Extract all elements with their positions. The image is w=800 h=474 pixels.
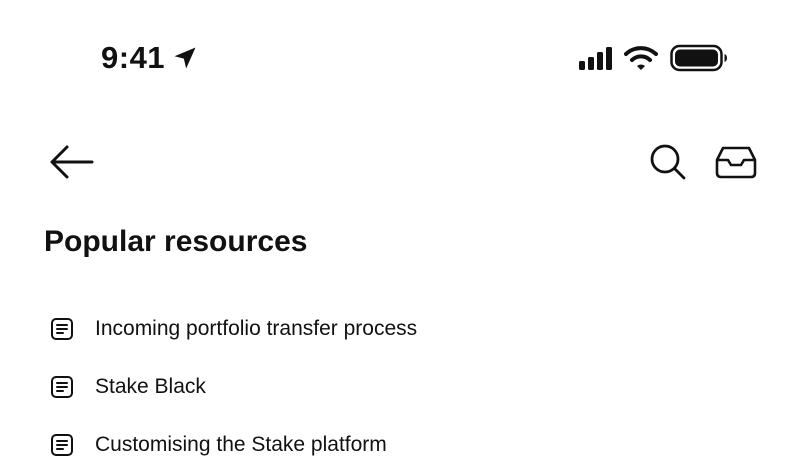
inbox-icon bbox=[715, 146, 757, 179]
section-title: Popular resources bbox=[44, 225, 308, 258]
search-button[interactable] bbox=[646, 140, 690, 184]
status-icons bbox=[579, 44, 728, 72]
wifi-icon bbox=[624, 46, 658, 70]
inbox-button[interactable] bbox=[714, 142, 758, 186]
document-icon bbox=[51, 376, 73, 398]
back-button[interactable] bbox=[45, 140, 97, 184]
resource-item-customising-platform[interactable]: Customising the Stake platform bbox=[0, 416, 800, 474]
search-icon bbox=[650, 144, 686, 180]
time-label: 9:41 bbox=[101, 40, 166, 75]
resource-label: Customising the Stake platform bbox=[95, 433, 387, 456]
resource-item-stake-black[interactable]: Stake Black bbox=[0, 358, 800, 416]
resource-label: Incoming portfolio transfer process bbox=[95, 317, 418, 340]
resource-list: Incoming portfolio transfer process Stak… bbox=[0, 300, 800, 474]
document-icon bbox=[51, 318, 73, 340]
cellular-signal-icon bbox=[579, 46, 612, 70]
status-time: 9:41 bbox=[101, 40, 199, 76]
battery-icon bbox=[670, 44, 727, 72]
status-bar: 9:41 bbox=[0, 0, 800, 110]
nav-bar bbox=[0, 130, 800, 190]
document-icon bbox=[51, 434, 73, 456]
location-arrow-icon bbox=[174, 47, 196, 69]
resource-label: Stake Black bbox=[95, 375, 206, 398]
back-arrow-icon bbox=[50, 145, 94, 179]
resource-item-portfolio-transfer[interactable]: Incoming portfolio transfer process bbox=[0, 300, 800, 358]
